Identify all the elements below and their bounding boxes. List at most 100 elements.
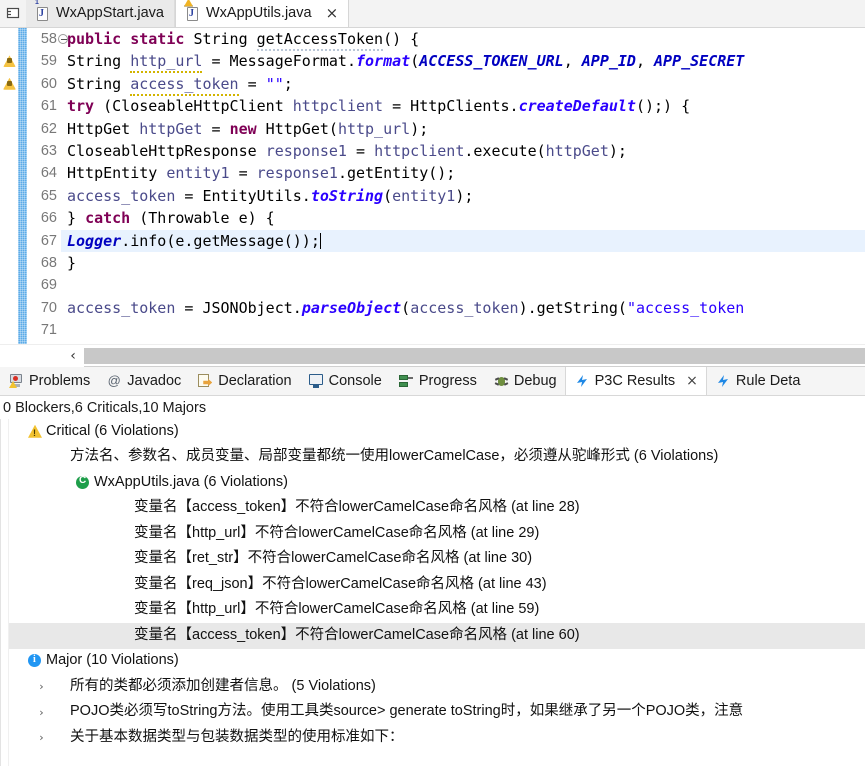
chevron-down-icon[interactable]: ⱟ (33, 451, 50, 464)
code-text-area[interactable]: public static String getAccessToken() { … (61, 28, 865, 344)
line-number: 58 (27, 28, 57, 50)
tree-row-violation[interactable]: 变量名【http_url】不符合lowerCamelCase命名风格 (at l… (1, 598, 865, 624)
tab-problems[interactable]: Problems (0, 367, 98, 395)
line-number-column: 58 59 60 61 62 63 64 65 66 67 68 69 70 7… (27, 28, 61, 344)
code-line-65[interactable]: access_token = EntityUtils.toString(enti… (61, 185, 865, 207)
java-file-icon: J1 (35, 6, 50, 22)
java-file-warning-icon: J (185, 6, 200, 22)
p3c-violations-tree[interactable]: ⱟ Critical (6 Violations) ⱟ 方法名、参数名、成员变量… (0, 419, 865, 766)
no-icon (114, 602, 131, 618)
tree-row-major-rule[interactable]: › 所有的类都必须添加创建者信息。 (5 Violations) (1, 674, 865, 700)
no-icon (114, 628, 131, 644)
close-icon[interactable]: × (326, 6, 339, 21)
change-bar (18, 28, 27, 344)
code-line-66[interactable]: } catch (Throwable e) { (61, 207, 865, 229)
code-line-68[interactable]: } (61, 252, 865, 274)
line-marker (0, 162, 18, 184)
tab-label: Javadoc (127, 373, 181, 389)
code-line-61[interactable]: try (CloseableHttpClient httpclient = Ht… (61, 95, 865, 117)
editor-gutter: 58 59 60 61 62 63 64 65 66 67 68 69 70 7… (0, 28, 61, 344)
tab-label: Debug (514, 373, 557, 389)
chevron-down-icon[interactable]: ⱟ (57, 476, 74, 489)
no-icon (50, 679, 67, 695)
chevron-down-icon[interactable]: ⱟ (9, 655, 26, 668)
tab-label: Console (329, 373, 382, 389)
tab-debug[interactable]: Debug (485, 367, 565, 395)
tree-row-label: Critical (6 Violations) (46, 424, 179, 440)
code-line-71[interactable] (61, 319, 865, 341)
tree-row-major-rule[interactable]: › POJO类必须写toString方法。使用工具类source> genera… (1, 700, 865, 726)
eclipse-ide-window: J1 WxAppStart.java J WxAppUtils.java × 5… (0, 0, 865, 766)
line-number: 67 (27, 230, 57, 252)
tree-row-file-wxapputils[interactable]: ⱟ WxAppUtils.java (6 Violations) (1, 470, 865, 496)
editor-tab-wxapputils[interactable]: J WxAppUtils.java × (175, 0, 349, 27)
tree-row-label: 变量名【req_json】不符合lowerCamelCase命名风格 (at l… (134, 577, 547, 593)
tab-progress[interactable]: Progress (390, 367, 485, 395)
tree-row-label: Major (10 Violations) (46, 653, 179, 669)
no-icon (114, 500, 131, 516)
scroll-left-icon[interactable]: ‹ (62, 345, 84, 367)
tab-rule-detail[interactable]: Rule Deta (707, 367, 808, 395)
code-line-63[interactable]: CloseableHttpResponse response1 = httpcl… (61, 140, 865, 162)
tab-label: Problems (29, 373, 90, 389)
chevron-right-icon[interactable]: › (33, 680, 50, 693)
editor-tab-bar: J1 WxAppStart.java J WxAppUtils.java × (0, 0, 865, 28)
editor-tab-wxappstart[interactable]: J1 WxAppStart.java (26, 0, 175, 27)
tab-declaration[interactable]: Declaration (189, 367, 299, 395)
tree-row-major[interactable]: ⱟ Major (10 Violations) (1, 649, 865, 675)
editor-horizontal-scrollbar[interactable]: ‹ (0, 344, 865, 366)
code-line-62[interactable]: HttpGet httpGet = new HttpGet(http_url); (61, 118, 865, 140)
chevron-right-icon[interactable]: › (33, 731, 50, 744)
code-line-67[interactable]: Logger.info(e.getMessage()); (61, 230, 865, 252)
no-icon (50, 730, 67, 746)
line-number: 69 (27, 274, 57, 296)
tab-p3c-results[interactable]: P3C Results × (565, 367, 707, 395)
info-circle-icon (26, 653, 43, 669)
tree-row-major-rule[interactable]: › 关于基本数据类型与包装数据类型的使用标准如下： (1, 725, 865, 751)
tab-label: Declaration (218, 373, 291, 389)
view-menu-icon[interactable] (0, 0, 26, 27)
line-number: 66 (27, 207, 57, 229)
tree-row-violation[interactable]: 变量名【req_json】不符合lowerCamelCase命名风格 (at l… (1, 572, 865, 598)
line-marker (0, 319, 18, 341)
code-line-69[interactable] (61, 274, 865, 296)
tab-label: Progress (419, 373, 477, 389)
code-editor[interactable]: 58 59 60 61 62 63 64 65 66 67 68 69 70 7… (0, 28, 865, 344)
chevron-down-icon[interactable]: ⱟ (9, 425, 26, 438)
p3c-icon (715, 373, 731, 389)
tree-row-label: 变量名【http_url】不符合lowerCamelCase命名风格 (at l… (134, 602, 539, 618)
tree-row-label: POJO类必须写toString方法。使用工具类source> generate… (70, 704, 743, 720)
tree-row-critical-rule[interactable]: ⱟ 方法名、参数名、成员变量、局部变量都统一使用lowerCamelCase，必… (1, 445, 865, 471)
code-line-58[interactable]: public static String getAccessToken() { (61, 28, 865, 50)
tree-row-label: 关于基本数据类型与包装数据类型的使用标准如下： (70, 730, 404, 746)
tab-console[interactable]: Console (300, 367, 390, 395)
tree-row-violation[interactable]: 变量名【http_url】不符合lowerCamelCase命名风格 (at l… (1, 521, 865, 547)
violation-summary: 0 Blockers,6 Criticals,10 Majors (0, 396, 865, 419)
line-marker-warning[interactable] (0, 73, 18, 95)
tab-label: Rule Deta (736, 373, 800, 389)
tree-row-critical[interactable]: ⱟ Critical (6 Violations) (1, 419, 865, 445)
code-line-59[interactable]: String http_url = MessageFormat.format(A… (61, 50, 865, 72)
tab-javadoc[interactable]: @ Javadoc (98, 367, 189, 395)
chevron-right-icon[interactable]: › (33, 706, 50, 719)
line-marker (0, 252, 18, 274)
no-icon (50, 449, 67, 465)
tree-row-violation[interactable]: 变量名【access_token】不符合lowerCamelCase命名风格 (… (1, 496, 865, 522)
scrollbar-thumb[interactable] (84, 348, 865, 364)
line-number: 68 (27, 252, 57, 274)
no-icon (114, 577, 131, 593)
line-marker-warning[interactable] (0, 50, 18, 72)
warning-triangle-icon (26, 424, 43, 440)
close-icon[interactable]: × (686, 373, 698, 389)
tree-row-violation[interactable]: 变量名【ret_str】不符合lowerCamelCase命名风格 (at li… (1, 547, 865, 573)
line-marker (0, 274, 18, 296)
line-marker (0, 207, 18, 229)
warning-icon (3, 54, 16, 67)
code-line-70[interactable]: access_token = JSONObject.parseObject(ac… (61, 297, 865, 319)
line-number: 61 (27, 95, 57, 117)
code-line-64[interactable]: HttpEntity entity1 = response1.getEntity… (61, 162, 865, 184)
tree-left-edge (1, 419, 9, 766)
code-line-60[interactable]: String access_token = ""; (61, 73, 865, 95)
tree-row-label: 变量名【access_token】不符合lowerCamelCase命名风格 (… (134, 500, 580, 516)
tree-row-violation-selected[interactable]: 变量名【access_token】不符合lowerCamelCase命名风格 (… (1, 623, 865, 649)
